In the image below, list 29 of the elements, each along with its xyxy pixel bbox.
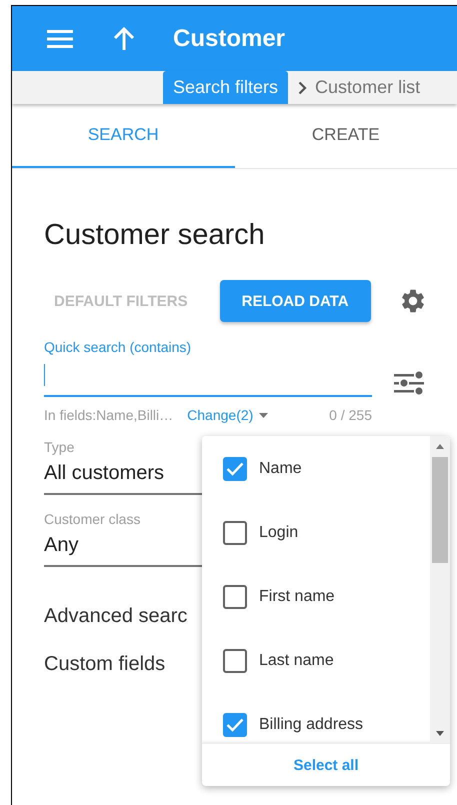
checkbox[interactable] — [223, 457, 247, 481]
checkbox-option[interactable]: Billing address — [202, 712, 430, 738]
checkbox[interactable] — [223, 521, 247, 545]
checkbox-option[interactable]: First name — [202, 584, 430, 610]
page-title: Customer — [173, 24, 286, 52]
checkbox-option[interactable]: Name — [202, 456, 430, 482]
checkbox-option[interactable]: Login — [202, 520, 430, 546]
tune-icon[interactable] — [394, 371, 424, 395]
tab[interactable]: SEARCH — [12, 104, 234, 168]
menu-icon[interactable] — [47, 28, 73, 48]
checkbox[interactable] — [223, 713, 247, 737]
breadcrumb[interactable]: Customer list — [288, 71, 430, 104]
arrow-up-icon[interactable] — [113, 26, 135, 50]
dropdown-arrow-icon — [259, 412, 268, 418]
checkbox[interactable] — [223, 649, 247, 673]
chevron-right-icon — [298, 80, 308, 94]
checkbox[interactable] — [223, 585, 247, 609]
select-all-button[interactable]: Select all — [283, 750, 369, 780]
change-link[interactable]: Change(2) — [187, 407, 268, 423]
checkbox-option[interactable]: Last name — [202, 648, 430, 674]
reload-button[interactable]: RELOAD DATA — [220, 280, 371, 322]
fields-hint: In fields:Name,Billi… — [44, 407, 174, 423]
section-link[interactable]: Advanced searc — [44, 605, 188, 628]
section-link[interactable]: Custom fields — [44, 653, 166, 676]
breadcrumb[interactable]: Search filters — [163, 71, 288, 104]
tab[interactable]: CREATE — [234, 104, 457, 168]
field-label: Quick search (contains) — [44, 339, 192, 355]
section-heading: Customer search — [44, 219, 265, 252]
character-counter: 0 / 255 — [329, 407, 372, 423]
